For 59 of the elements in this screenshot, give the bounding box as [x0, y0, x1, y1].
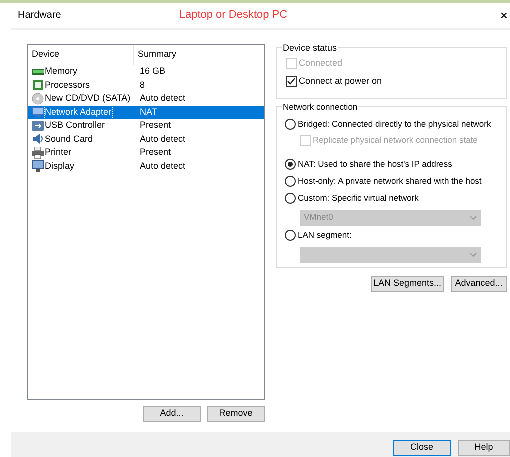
checkbox-label: Replicate physical network connection state	[313, 134, 478, 147]
radio-button[interactable]	[285, 118, 296, 130]
device-summary: Auto detect	[139, 132, 186, 146]
device-summary: 8	[139, 78, 146, 92]
dropdown-value: VMnet0	[304, 211, 334, 224]
chevron-icon	[470, 252, 477, 257]
cd-icon	[32, 92, 44, 105]
radio-label: Custom: Specific virtual network	[298, 192, 419, 206]
device-row[interactable]: Sound Card Auto detect	[28, 132, 264, 146]
device-name: Sound Card	[45, 132, 94, 146]
device-row[interactable]: Network Adapter NAT	[28, 106, 264, 119]
close-button[interactable]: ×	[500, 9, 508, 22]
network-icon	[32, 106, 44, 118]
device-summary: NAT	[139, 106, 158, 118]
lan-segments-button[interactable]: LAN Segments...	[371, 276, 444, 292]
radio-button[interactable]	[285, 176, 296, 188]
checkbox-label: Connected	[299, 57, 343, 70]
checkbox-label: Connect at power on	[299, 74, 382, 88]
device-row[interactable]: New CD/DVD (SATA) Auto detect	[28, 92, 264, 106]
radio-button[interactable]	[285, 230, 296, 242]
processor-icon	[32, 79, 44, 92]
device-summary: Auto detect	[139, 92, 186, 105]
display-icon	[32, 160, 44, 172]
device-summary: Auto detect	[139, 160, 186, 172]
device-row[interactable]: Processors 8	[28, 78, 264, 92]
device-name: Memory	[45, 65, 78, 78]
device-row[interactable]: Display Auto detect	[28, 160, 264, 173]
usb-icon	[32, 120, 44, 132]
device-name: Processors	[45, 78, 90, 92]
close-button[interactable]: Close	[393, 440, 451, 456]
radio-button[interactable]	[285, 159, 296, 170]
radio-label: Host-only: A private network shared with the host	[298, 175, 482, 188]
device-summary: Present	[139, 119, 172, 132]
chevron-icon	[470, 216, 477, 220]
device-name: New CD/DVD (SATA)	[45, 92, 131, 105]
radio-label: LAN segment:	[298, 229, 352, 242]
column-header[interactable]: Summary	[134, 45, 181, 65]
add-button[interactable]: Add...	[143, 406, 201, 422]
device-name: Printer	[45, 146, 72, 159]
window-title: Hardware	[18, 9, 62, 23]
device-row[interactable]: Memory 16 GB	[28, 65, 264, 78]
device-row[interactable]: Printer Present	[28, 146, 264, 160]
device-name: Network Adapter	[45, 106, 112, 119]
device-name: Display	[45, 160, 75, 173]
device-row[interactable]: USB Controller Present	[28, 119, 264, 132]
radio-label: Bridged: Connected directly to the physical network	[298, 118, 492, 130]
advanced-button[interactable]: Advanced...	[451, 276, 507, 292]
checkbox[interactable]	[286, 76, 297, 87]
device-summary: 16 GB	[139, 65, 166, 78]
remove-button[interactable]: Remove	[207, 406, 265, 422]
radio-label: NAT: Used to share the host's IP address	[298, 158, 452, 172]
help-button[interactable]: Help	[458, 440, 510, 456]
sound-icon	[32, 133, 44, 146]
printer-icon	[32, 146, 44, 159]
column-header[interactable]: Device	[28, 45, 134, 65]
device-summary: Present	[139, 146, 172, 159]
annotation-text: Laptop or Desktop PC	[179, 8, 288, 24]
radio-button[interactable]	[285, 193, 296, 204]
device-name: USB Controller	[45, 119, 106, 132]
